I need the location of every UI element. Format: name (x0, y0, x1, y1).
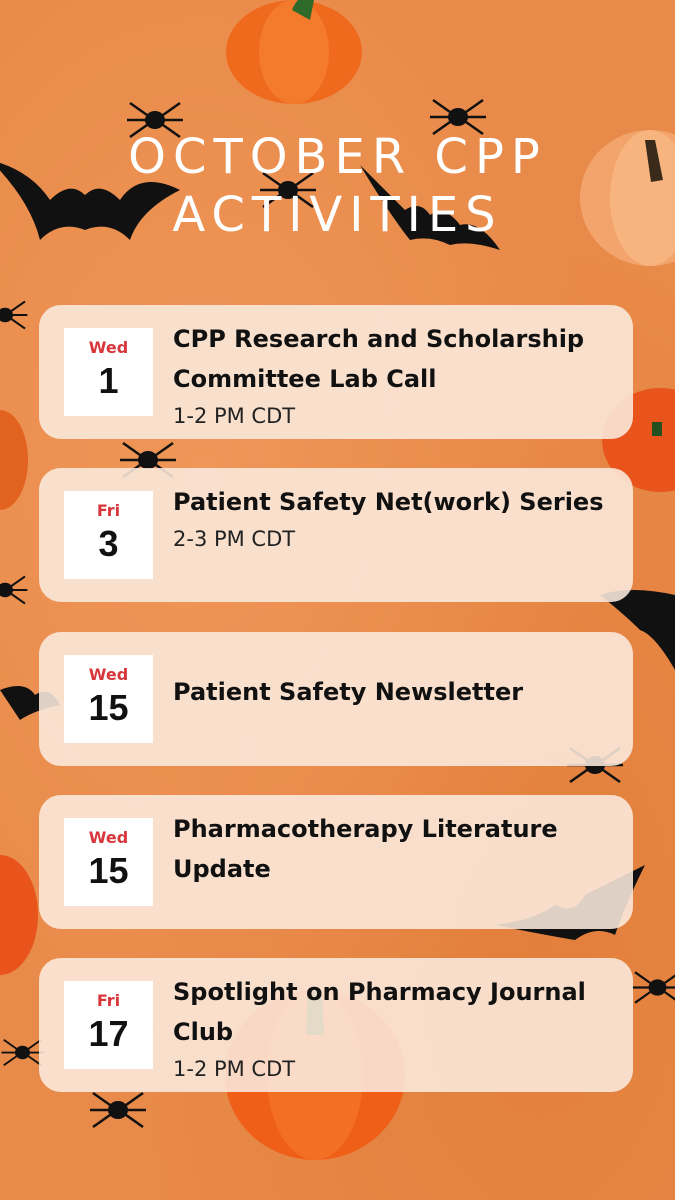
spider-icon (90, 1091, 146, 1129)
day-of-week: Wed (88, 665, 129, 684)
title-line-2: Activities (172, 187, 503, 243)
date-badge: Fri 3 (64, 491, 153, 579)
date-badge: Fri 17 (64, 981, 153, 1069)
event-time: 1-2 PM CDT (173, 404, 296, 428)
event-title: Spotlight on Pharmacy Journal Club (173, 978, 586, 1046)
pumpkin-icon (0, 410, 28, 510)
event-title: Patient Safety Newsletter (173, 678, 524, 706)
event-card: Wed 1 CPP Research and Scholarship Commi… (39, 305, 633, 439)
page-title: October CPP Activities (0, 128, 675, 244)
day-number: 17 (88, 1013, 129, 1054)
spider-icon (0, 575, 28, 605)
day-number: 1 (98, 360, 119, 401)
event-time: 1-2 PM CDT (173, 1057, 296, 1081)
date-badge: Wed 1 (64, 328, 153, 416)
event-card: Fri 3 Patient Safety Net(work) Series 2-… (39, 468, 633, 602)
pumpkin-icon (0, 855, 38, 975)
day-number: 3 (98, 523, 119, 564)
title-line-1: October CPP (128, 129, 547, 185)
day-of-week: Wed (88, 828, 129, 847)
date-badge: Wed 15 (64, 655, 153, 743)
day-of-week: Fri (96, 501, 121, 520)
event-title: CPP Research and Scholarship Committee L… (173, 325, 585, 393)
event-card: Fri 17 Spotlight on Pharmacy Journal Clu… (39, 958, 633, 1092)
day-number: 15 (88, 687, 129, 728)
spider-icon (0, 300, 28, 330)
spider-icon (632, 971, 675, 1004)
day-of-week: Wed (88, 338, 129, 357)
day-number: 15 (88, 850, 129, 891)
event-card: Wed 15 Pharmacotherapy Literature Update (39, 795, 633, 929)
day-of-week: Fri (96, 991, 121, 1010)
event-card: Wed 15 Patient Safety Newsletter (39, 632, 633, 766)
pumpkin-icon (226, 0, 362, 104)
event-title: Pharmacotherapy Literature Update (173, 815, 558, 883)
event-time: 2-3 PM CDT (173, 527, 296, 551)
event-title: Patient Safety Net(work) Series (173, 488, 604, 516)
date-badge: Wed 15 (64, 818, 153, 906)
